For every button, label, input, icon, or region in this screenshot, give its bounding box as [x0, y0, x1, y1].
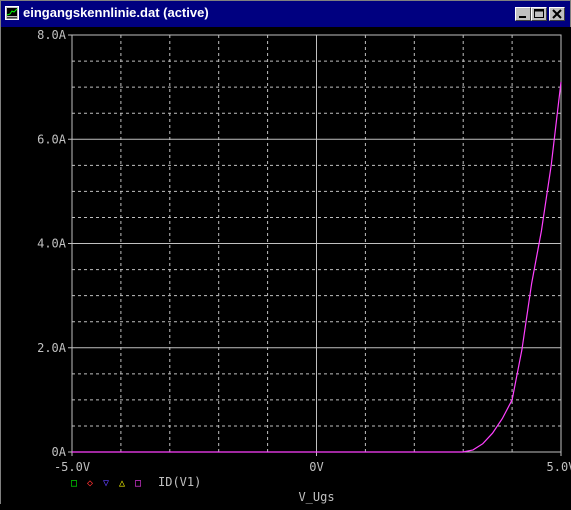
- y-axis-ticks: 0A 2.0A 4.0A 6.0A 8.0A: [37, 28, 72, 459]
- minimize-button[interactable]: [515, 7, 531, 21]
- y-tick-label: 6.0A: [37, 132, 67, 146]
- close-button[interactable]: [549, 7, 565, 21]
- y-tick-label: 8.0A: [37, 28, 67, 42]
- x-axis-ticks: -5.0V 0V 5.0V: [54, 452, 571, 474]
- probe-window: eingangskennlinie.dat (active) 0A 2.0A 4.0…: [0, 0, 571, 505]
- triangle-up-marker: △: [119, 478, 125, 489]
- probe-app-icon[interactable]: [5, 6, 19, 20]
- x-tick-label: 5.0V: [547, 460, 571, 474]
- close-icon: [552, 9, 562, 19]
- square-marker: □: [71, 478, 77, 489]
- legend-trace-label[interactable]: ID(V1): [158, 475, 201, 489]
- minimize-icon: [519, 16, 526, 18]
- triangle-down-marker: ▽: [103, 478, 109, 489]
- maximize-icon: [534, 9, 544, 18]
- x-axis-label: V_Ugs: [298, 490, 334, 504]
- diamond-marker: ◇: [87, 478, 93, 489]
- y-tick-label: 0A: [52, 445, 67, 459]
- y-tick-label: 4.0A: [37, 237, 67, 251]
- y-tick-label: 2.0A: [37, 341, 67, 355]
- window-title: eingangskennlinie.dat (active): [23, 5, 209, 20]
- legend: □ ◇ ▽ △ □ ID(V1): [71, 475, 201, 489]
- probe-chart[interactable]: 0A 2.0A 4.0A 6.0A 8.0A -5.0V 0V 5.0V □ ◇ ▽ △ □ ID(V…: [1, 27, 571, 505]
- maximize-button[interactable]: [531, 7, 547, 21]
- x-tick-label: 0V: [309, 460, 323, 474]
- grid: [72, 35, 561, 452]
- plot-area[interactable]: 0A 2.0A 4.0A 6.0A 8.0A -5.0V 0V 5.0V □ ◇ ▽ △ □ ID(V…: [1, 27, 571, 505]
- trace-marker: □: [135, 478, 141, 489]
- x-tick-label: -5.0V: [54, 460, 90, 474]
- title-bar[interactable]: eingangskennlinie.dat (active): [1, 1, 570, 27]
